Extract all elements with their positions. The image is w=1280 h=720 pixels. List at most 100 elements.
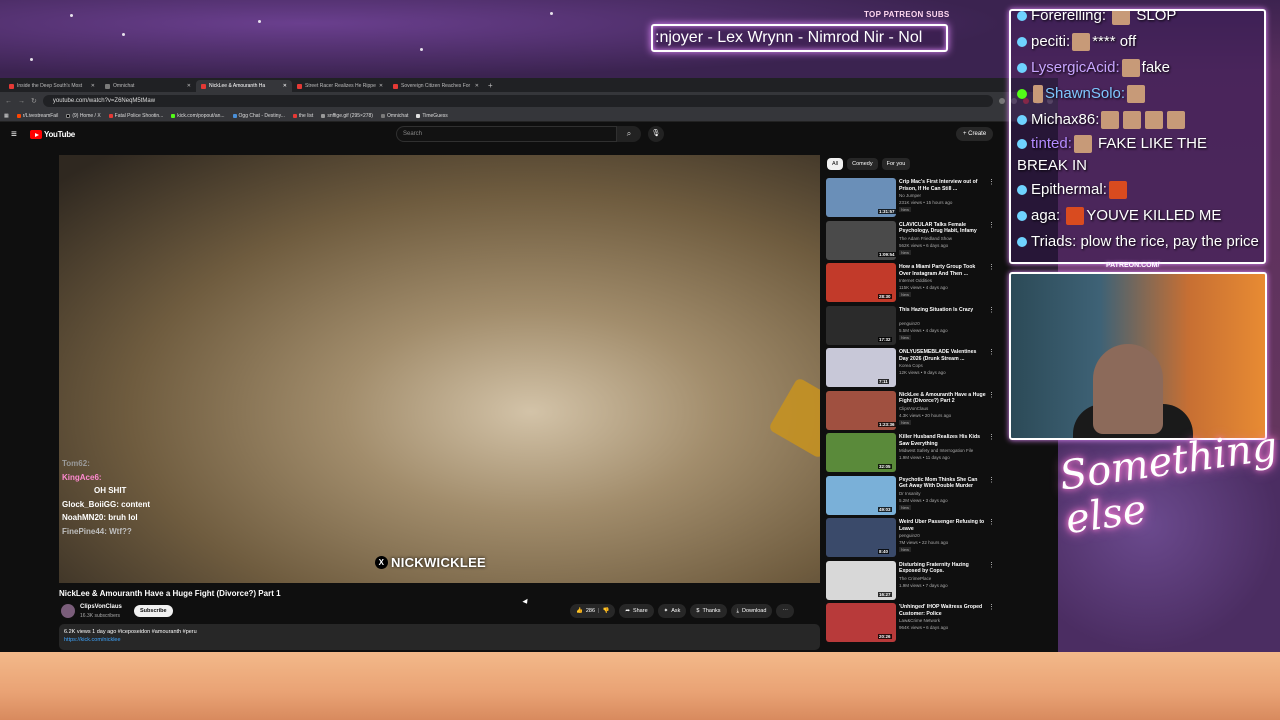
star-decoration	[420, 48, 423, 51]
reload-icon[interactable]: ↻	[31, 97, 37, 105]
browser-tab[interactable]: Inside the Deep South's Most ✕	[4, 80, 100, 92]
youtube-logo[interactable]: YouTube	[30, 130, 75, 139]
extension-icon[interactable]	[999, 98, 1005, 104]
sparkle-icon: ✦	[663, 608, 669, 614]
youtube-header: ≡ YouTube Search ⌕ 🎙 + Create	[0, 122, 1058, 148]
recommended-video-title[interactable]: ONLYUSEMEBLADE Valentines Day 2026 (Drun…	[899, 349, 987, 362]
browser-tab[interactable]: Omnichat ✕	[100, 80, 196, 92]
recommended-video-channel[interactable]: Midwest Safety and Interrogation File	[899, 448, 973, 453]
search-icon[interactable]: ⌕	[617, 126, 641, 142]
recommended-video-title[interactable]: 'Unhinged' IHOP Waitress Groped Customer…	[899, 604, 987, 617]
browser-tab[interactable]: Street Racer Realizes He Rippe ✕	[292, 80, 388, 92]
more-options-icon[interactable]: ⋮	[988, 391, 995, 399]
chip-comedy[interactable]: Comedy	[847, 158, 878, 170]
chat-bullet-icon	[1017, 185, 1027, 196]
apps-grid-icon[interactable]: ▦	[4, 113, 9, 119]
bookmark-item[interactable]: Ogg Chat - Destiny...	[232, 113, 285, 119]
like-button[interactable]: 👍 286 | 👎	[570, 604, 616, 618]
more-options-icon[interactable]: ⋮	[988, 178, 995, 186]
recommended-video-channel[interactable]: Law&Crime Network	[899, 618, 940, 623]
recommended-video[interactable]: 8:40 Weird Uber Passenger Refusing to Lea…	[826, 518, 1056, 558]
browser-tab-active[interactable]: NickLee & Amouranth Ha ✕	[196, 80, 292, 92]
recommended-video-title[interactable]: Crip Mac's First Interview out of Prison…	[899, 179, 987, 192]
video-player[interactable]: Tom62: KingAce6: OH SHIT Glock_BoiiGG: c…	[59, 155, 820, 583]
recommended-video-channel[interactable]: Internet Oddities	[899, 278, 932, 283]
recommended-video-title[interactable]: How a Miami Party Group Took Over Instag…	[899, 264, 987, 277]
recommended-video-title[interactable]: Psychotic Mom Thinks She Can Get Away Wi…	[899, 477, 987, 490]
watermark-text: NICKWICKLEE	[391, 555, 487, 570]
emote-icon	[1101, 111, 1120, 130]
url-input[interactable]: youtube.com/watch?v=Z6NeqM5tMaw	[42, 95, 993, 107]
subscribe-button[interactable]: Subscribe	[134, 605, 173, 617]
more-options-icon[interactable]: ⋮	[988, 476, 995, 484]
new-tab-button[interactable]: +	[484, 80, 497, 92]
bookmark-item[interactable]: Omnichat	[380, 113, 408, 119]
bookmark-item[interactable]: kick.com/popout/an...	[171, 112, 225, 119]
create-button[interactable]: + Create	[956, 127, 994, 141]
close-icon[interactable]: ✕	[91, 83, 95, 89]
search-input[interactable]: Search	[396, 126, 617, 142]
video-description[interactable]: 6.2K views 1 day ago #iceposeidon #amour…	[59, 624, 820, 650]
menu-icon[interactable]: ≡	[11, 129, 17, 140]
channel-name[interactable]: ClipsVonClaus	[80, 604, 122, 610]
recommended-video-channel[interactable]: The CrimePlace	[899, 576, 931, 581]
bookmark-item[interactable]: Fatal Police Shootin...	[108, 112, 164, 119]
close-icon[interactable]: ✕	[475, 83, 479, 89]
bookmark-item[interactable]: the list	[292, 113, 313, 119]
close-icon[interactable]: ✕	[283, 83, 287, 89]
chat-message: Triads: plow the rice, pay the price	[1017, 229, 1259, 255]
recommended-video[interactable]: 49:03 Psychotic Mom Thinks She Can Get Aw…	[826, 475, 1056, 516]
recommended-video[interactable]: 20:26 'Unhinged' IHOP Waitress Groped Cus…	[826, 603, 1056, 643]
chip-all[interactable]: All	[827, 158, 844, 170]
kick-badge-icon	[1017, 89, 1027, 100]
bookmark-item[interactable]: r/LivestreamFail	[16, 113, 58, 119]
more-options-icon[interactable]: ⋮	[988, 603, 995, 611]
more-options-icon[interactable]: ⋮	[988, 348, 995, 356]
recommended-video-title[interactable]: Weird Uber Passenger Refusing to Leave	[899, 519, 987, 532]
recommended-video-title[interactable]: This Hazing Situation Is Crazy	[899, 307, 987, 314]
recommended-video-title[interactable]: Disturbing Fraternity Hazing Exposed by …	[899, 562, 987, 575]
recommended-video[interactable]: 16:27 Disturbing Fraternity Hazing Expose…	[826, 560, 1056, 601]
channel-avatar[interactable]	[61, 604, 75, 618]
recommended-video-channel[interactable]: No Jumper	[899, 193, 921, 198]
video-duration: 17:32	[878, 336, 892, 342]
more-options-icon[interactable]: ⋮	[988, 306, 995, 314]
thumbs-down-icon[interactable]: 👎	[602, 604, 609, 618]
recommended-video-channel[interactable]: Korea Cops	[899, 363, 923, 368]
bookmark-item[interactable]: TimeGuess	[416, 113, 448, 119]
ask-button[interactable]: ✦ Ask	[657, 604, 687, 618]
bookmark-label: Fatal Police Shootin...	[114, 112, 164, 119]
browser-tab[interactable]: Sovereign Citizen Reaches For ✕	[388, 80, 484, 92]
bookmark-label: kick.com/popout/an...	[177, 112, 225, 119]
recommended-video-channel[interactable]: The Adam Friedland Show	[899, 236, 952, 241]
emote-icon	[1072, 33, 1091, 52]
share-icon: ➦	[625, 608, 630, 614]
thanks-button[interactable]: $ Thanks	[690, 604, 727, 618]
description-link[interactable]: https://kick.com/nicklee	[64, 636, 815, 644]
back-icon[interactable]: ←	[5, 98, 12, 105]
chip-for-you[interactable]: For you	[881, 158, 911, 170]
download-button[interactable]: ⤓ Download	[730, 604, 773, 618]
logo-text: YouTube	[44, 130, 75, 139]
more-options-icon[interactable]: ⋮	[988, 221, 995, 229]
bookmark-item[interactable]: (9) Home / X	[66, 113, 101, 119]
recommended-video-title[interactable]: Killer Husband Realizes His Kids Saw Eve…	[899, 434, 987, 447]
close-icon[interactable]: ✕	[187, 83, 191, 89]
close-icon[interactable]: ✕	[379, 83, 383, 89]
more-actions-button[interactable]: ⋯	[776, 604, 794, 618]
more-options-icon[interactable]: ⋮	[988, 561, 995, 569]
more-options-icon[interactable]: ⋮	[988, 263, 995, 271]
share-button[interactable]: ➦ Share	[619, 604, 654, 618]
recommended-video-title[interactable]: NickLee & Amouranth Have a Huge Fight (D…	[899, 392, 987, 405]
emote-icon	[1167, 111, 1186, 130]
recommended-video-channel[interactable]: Dr Insanity	[899, 491, 921, 496]
more-options-icon[interactable]: ⋮	[988, 433, 995, 441]
recommended-video-channel[interactable]: penguinz0	[899, 321, 920, 326]
recommended-video-channel[interactable]: ClipsVonClaus	[899, 406, 928, 411]
bookmark-item[interactable]: snffige.gif (295×278)	[321, 113, 373, 119]
recommended-video-title[interactable]: CLAVICULAR Talks Female Psychology, Drug…	[899, 222, 987, 235]
microphone-icon[interactable]: 🎙	[648, 126, 664, 142]
more-options-icon[interactable]: ⋮	[988, 518, 995, 526]
forward-icon[interactable]: →	[18, 98, 25, 105]
recommended-video-channel[interactable]: penguinz0	[899, 533, 920, 538]
